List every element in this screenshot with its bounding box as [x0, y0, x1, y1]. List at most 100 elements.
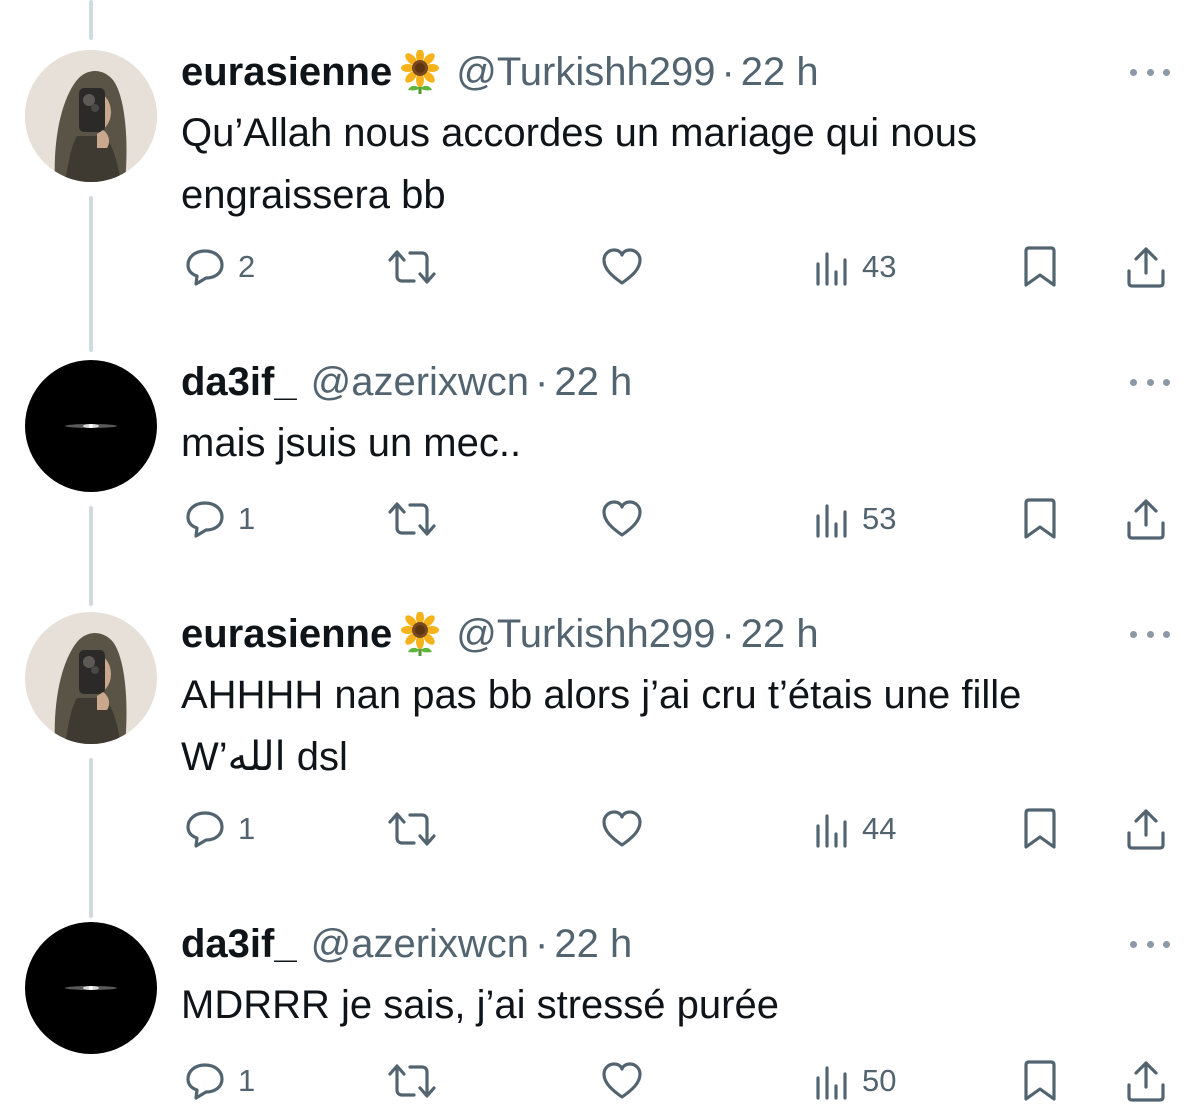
heart-icon — [602, 810, 642, 847]
timestamp[interactable]: 22 h — [554, 922, 632, 966]
tweet[interactable]: da3if_ @azerixwcn · 22 h MDRRR je sais, … — [0, 922, 1200, 1111]
display-name[interactable]: eurasienne — [181, 612, 392, 656]
like-button[interactable] — [600, 1056, 644, 1106]
handle[interactable]: @azerixwcn — [311, 360, 529, 404]
separator-dot: · — [535, 360, 549, 404]
views-button[interactable]: 44 — [814, 804, 896, 854]
sunflower-icon — [398, 50, 442, 94]
views-button[interactable]: 53 — [814, 494, 896, 544]
bookmark-icon — [1024, 1060, 1056, 1101]
tweet-text: MDRRR je sais, j’ai stressé purée — [181, 974, 1161, 1036]
handle[interactable]: @azerixwcn — [311, 922, 529, 966]
timestamp[interactable]: 22 h — [554, 360, 632, 404]
action-bar: 1 53 — [0, 494, 1200, 544]
tweet-header: da3if_ @azerixwcn · 22 h — [181, 922, 632, 966]
views-button[interactable]: 43 — [814, 242, 896, 292]
views-icon — [816, 1066, 847, 1100]
bookmark-button[interactable] — [1020, 804, 1060, 854]
retweet-icon — [388, 1064, 436, 1098]
heart-icon — [602, 500, 642, 537]
view-count: 50 — [862, 1063, 897, 1098]
reply-button[interactable]: 1 — [184, 1056, 255, 1106]
share-button[interactable] — [1124, 804, 1168, 854]
like-button[interactable] — [600, 242, 644, 292]
separator-dot: · — [721, 50, 735, 94]
tweet-header: eurasienne @Turkishh299 · 22 h — [181, 612, 819, 656]
tweet-header: eurasienne @Turkishh299 · 22 h — [181, 50, 819, 94]
bookmark-button[interactable] — [1020, 242, 1060, 292]
heart-icon — [602, 1062, 642, 1099]
display-name[interactable]: da3if_ — [181, 360, 297, 404]
like-button[interactable] — [600, 494, 644, 544]
thread-connector-line — [89, 0, 93, 40]
separator-dot: · — [721, 612, 735, 656]
retweet-icon — [388, 502, 436, 536]
retweet-icon — [388, 250, 436, 284]
share-button[interactable] — [1124, 242, 1168, 292]
reply-button[interactable]: 1 — [184, 804, 255, 854]
more-options-icon[interactable] — [1130, 934, 1170, 954]
tweet[interactable]: eurasienne @Turkishh2 — [0, 50, 1200, 300]
views-button[interactable]: 50 — [814, 1056, 896, 1106]
display-name[interactable]: da3if_ — [181, 922, 297, 966]
reply-count: 1 — [238, 1063, 256, 1098]
retweet-button[interactable] — [386, 804, 438, 854]
share-button[interactable] — [1124, 494, 1168, 544]
share-button[interactable] — [1124, 1056, 1168, 1106]
display-name[interactable]: eurasienne — [181, 50, 392, 94]
avatar[interactable] — [25, 612, 157, 744]
avatar[interactable] — [25, 360, 157, 492]
retweet-button[interactable] — [386, 1056, 438, 1106]
tweet[interactable]: da3if_ @azerixwcn · 22 h mais jsuis un m… — [0, 360, 1200, 560]
tweet-text: mais jsuis un mec.. — [181, 412, 1161, 474]
bookmark-icon — [1024, 498, 1056, 539]
view-count: 44 — [862, 811, 897, 846]
avatar[interactable] — [25, 50, 157, 182]
tweet-text-line: engraissera bb — [181, 173, 446, 217]
retweet-icon — [388, 812, 436, 846]
bookmark-icon — [1024, 246, 1056, 287]
more-options-icon[interactable] — [1130, 624, 1170, 644]
tweet-text-line: Qu’Allah nous accordes un mariage qui no… — [181, 111, 978, 155]
reply-button[interactable]: 1 — [184, 494, 255, 544]
separator-dot: · — [535, 922, 549, 966]
reply-icon — [186, 811, 224, 848]
timestamp[interactable]: 22 h — [741, 50, 819, 94]
tweet-text: AHHHH nan pas bb alors j’ai cru t’étais … — [181, 664, 1161, 788]
reply-icon — [186, 249, 224, 286]
tweet-text-line: MDRRR je sais, j’ai stressé purée — [181, 983, 779, 1027]
bookmark-button[interactable] — [1020, 1056, 1060, 1106]
retweet-button[interactable] — [386, 494, 438, 544]
tweet[interactable]: eurasienne @Turkishh2 — [0, 612, 1200, 862]
views-icon — [816, 814, 847, 848]
views-icon — [816, 504, 847, 538]
action-bar: 1 50 — [0, 1056, 1200, 1106]
more-options-icon[interactable] — [1130, 62, 1170, 82]
reply-button[interactable]: 2 — [184, 242, 255, 292]
bookmark-button[interactable] — [1020, 494, 1060, 544]
share-icon — [1127, 1061, 1165, 1102]
more-options-icon[interactable] — [1130, 372, 1170, 392]
timestamp[interactable]: 22 h — [741, 612, 819, 656]
tweet-text-line: AHHHH nan pas bb alors j’ai cru t’étais … — [181, 673, 1022, 717]
share-icon — [1127, 247, 1165, 288]
view-count: 53 — [862, 501, 897, 536]
handle[interactable]: @Turkishh299 — [456, 612, 715, 656]
reply-icon — [186, 501, 224, 538]
reply-icon — [186, 1063, 224, 1100]
handle[interactable]: @Turkishh299 — [456, 50, 715, 94]
share-icon — [1127, 809, 1165, 850]
share-icon — [1127, 499, 1165, 540]
retweet-button[interactable] — [386, 242, 438, 292]
reply-count: 1 — [238, 811, 256, 846]
tweet-text-line: W’الله dsl — [181, 735, 348, 779]
heart-icon — [602, 248, 642, 285]
tweet-text: Qu’Allah nous accordes un mariage qui no… — [181, 102, 1161, 226]
avatar[interactable] — [25, 922, 157, 1054]
views-icon — [816, 252, 847, 286]
action-bar: 1 44 — [0, 804, 1200, 854]
view-count: 43 — [862, 249, 897, 284]
sunflower-icon — [398, 612, 442, 656]
like-button[interactable] — [600, 804, 644, 854]
tweet-header: da3if_ @azerixwcn · 22 h — [181, 360, 632, 404]
